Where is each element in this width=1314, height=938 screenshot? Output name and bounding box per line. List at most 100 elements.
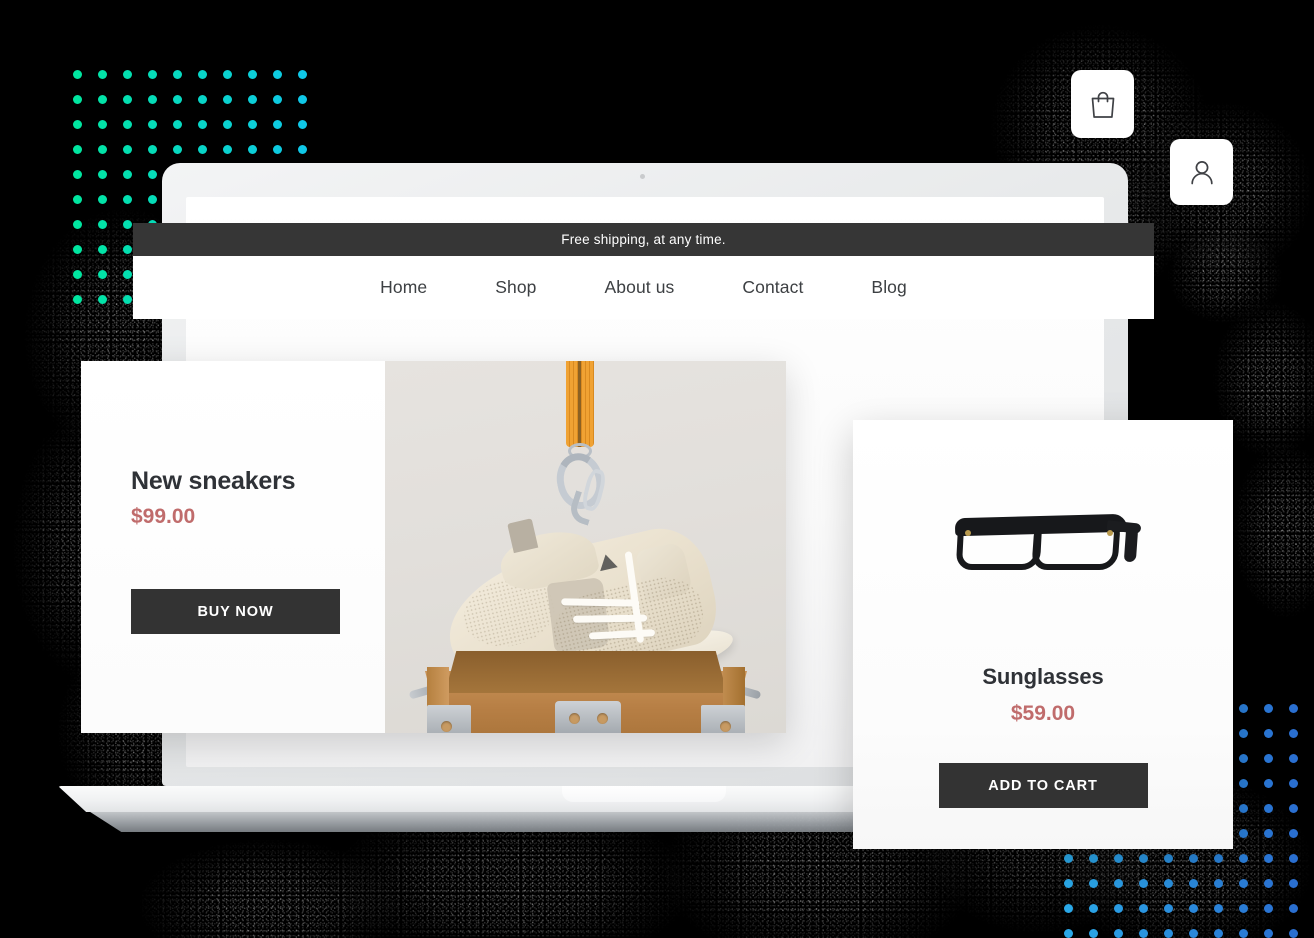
- teal-dot: [123, 195, 132, 204]
- blue-dot: [1064, 879, 1073, 888]
- blue-dot: [1264, 829, 1273, 838]
- blue-dot: [1239, 704, 1248, 713]
- blue-dot: [1289, 754, 1298, 763]
- nav-item-contact[interactable]: Contact: [708, 277, 837, 298]
- sunglasses-rivet: [965, 530, 971, 536]
- teal-dot: [123, 70, 132, 79]
- teal-dot: [173, 170, 182, 179]
- blue-dot: [1214, 879, 1223, 888]
- blue-dot: [1189, 854, 1198, 863]
- teal-dot: [248, 70, 257, 79]
- teal-dot: [73, 70, 82, 79]
- noise-blob: [1160, 220, 1290, 330]
- teal-dot: [223, 195, 232, 204]
- shopping-bag-button[interactable]: [1071, 70, 1134, 138]
- user-icon: [1187, 157, 1217, 187]
- teal-dot: [273, 120, 282, 129]
- nav-item-about-us[interactable]: About us: [571, 277, 709, 298]
- product-title-sunglasses: Sunglasses: [982, 664, 1104, 689]
- blue-dot: [1239, 804, 1248, 813]
- account-button[interactable]: [1170, 139, 1233, 205]
- teal-dot: [248, 95, 257, 104]
- teal-dot: [123, 245, 132, 254]
- blue-dot: [1239, 929, 1248, 938]
- teal-dot: [73, 195, 82, 204]
- teal-dot: [73, 270, 82, 279]
- product-price-sunglasses: $59.00: [1010, 702, 1076, 725]
- teal-dot: [298, 95, 307, 104]
- nav-item-home[interactable]: Home: [346, 277, 461, 298]
- teal-dot: [273, 195, 282, 204]
- teal-dot: [73, 120, 82, 129]
- teal-dot: [298, 120, 307, 129]
- teal-dot: [173, 145, 182, 154]
- teal-dot: [223, 170, 232, 179]
- teal-dot: [173, 120, 182, 129]
- blue-dot: [1114, 879, 1123, 888]
- blue-dot: [1239, 879, 1248, 888]
- sunglasses-illustration: [954, 506, 1142, 576]
- announcement-bar: Free shipping, at any time.: [133, 223, 1154, 256]
- blue-dot: [1064, 854, 1073, 863]
- announcement-text: Free shipping, at any time.: [561, 232, 726, 247]
- crate-bolt: [441, 721, 452, 732]
- blue-dot: [1239, 904, 1248, 913]
- teal-dot: [73, 245, 82, 254]
- blue-dot: [1289, 829, 1298, 838]
- noise-blob: [120, 830, 420, 938]
- teal-dot: [98, 120, 107, 129]
- product-image-sunglasses: [853, 420, 1233, 626]
- teal-dot: [298, 70, 307, 79]
- blue-dot: [1164, 879, 1173, 888]
- teal-dot: [273, 170, 282, 179]
- blue-dot: [1139, 904, 1148, 913]
- crate-bolt: [720, 721, 731, 732]
- product-card-sneakers: New sneakers $99.00 BUY NOW: [81, 361, 786, 733]
- teal-dot: [98, 220, 107, 229]
- teal-dot: [198, 170, 207, 179]
- blue-dot: [1264, 879, 1273, 888]
- teal-dot: [248, 195, 257, 204]
- shoe-lace: [561, 598, 640, 607]
- teal-dot: [123, 295, 132, 304]
- teal-dot: [148, 195, 157, 204]
- blue-dot: [1214, 929, 1223, 938]
- blue-dot: [1264, 779, 1273, 788]
- add-to-cart-button[interactable]: ADD TO CART: [938, 763, 1148, 808]
- blue-dot: [1164, 854, 1173, 863]
- blue-dot: [1239, 779, 1248, 788]
- teal-dot: [273, 70, 282, 79]
- blue-dot: [1264, 754, 1273, 763]
- teal-dot: [73, 145, 82, 154]
- teal-dot: [98, 145, 107, 154]
- blue-dot: [1289, 904, 1298, 913]
- teal-dot: [223, 145, 232, 154]
- nav-item-shop[interactable]: Shop: [461, 277, 570, 298]
- teal-dot: [98, 70, 107, 79]
- product-price-sneakers: $99.00: [131, 505, 196, 528]
- buy-now-button[interactable]: BUY NOW: [131, 589, 340, 634]
- teal-dot: [298, 145, 307, 154]
- crate-bolt: [597, 713, 608, 724]
- blue-dot: [1289, 779, 1298, 788]
- teal-dot: [73, 295, 82, 304]
- noise-blob: [1225, 430, 1314, 630]
- teal-dot: [123, 95, 132, 104]
- crate-interior: [445, 651, 727, 693]
- blue-dot: [1139, 929, 1148, 938]
- product-card-sunglasses: Sunglasses $59.00 ADD TO CART: [853, 420, 1233, 849]
- nav-item-blog[interactable]: Blog: [837, 277, 940, 298]
- teal-dot: [173, 95, 182, 104]
- blue-dot: [1114, 904, 1123, 913]
- blue-dot: [1189, 929, 1198, 938]
- product-title-sneakers: New sneakers: [131, 467, 296, 495]
- crate-metal-bracket: [555, 701, 621, 733]
- shoe-pull-tab: [507, 518, 539, 554]
- teal-dot: [198, 95, 207, 104]
- blue-dot: [1139, 879, 1148, 888]
- blue-dot: [1264, 854, 1273, 863]
- teal-dot: [173, 195, 182, 204]
- blue-dot: [1289, 929, 1298, 938]
- teal-dot: [98, 295, 107, 304]
- product-info-sneakers: New sneakers $99.00 BUY NOW: [81, 361, 385, 733]
